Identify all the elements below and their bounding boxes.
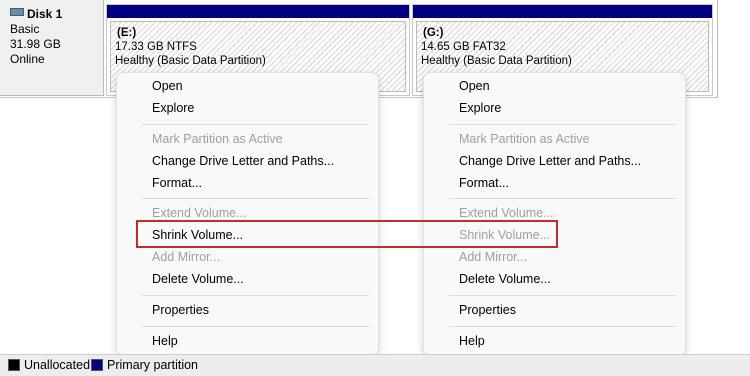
unallocated-swatch bbox=[8, 359, 20, 371]
partition-g-letter: (G:) bbox=[423, 27, 444, 39]
menu-item-add-mirror: Add Mirror... bbox=[459, 250, 528, 264]
disk-type: Basic bbox=[10, 22, 40, 36]
menu-separator bbox=[142, 198, 369, 199]
menu-item-open[interactable]: Open bbox=[459, 77, 490, 95]
menu-item-shrink-volume: Shrink Volume... bbox=[459, 228, 551, 242]
disk-info-panel[interactable]: Disk 1 Basic 31.98 GB Online bbox=[0, 0, 104, 96]
menu-separator bbox=[449, 198, 676, 199]
menu-item-change-drive-letter[interactable]: Change Drive Letter and Paths... bbox=[152, 152, 334, 170]
disk-drive-icon bbox=[10, 8, 24, 16]
partition-e-health: Healthy (Basic Data Partition) bbox=[115, 55, 266, 67]
menu-item-change-drive-letter[interactable]: Change Drive Letter and Paths... bbox=[459, 152, 641, 170]
menu-separator bbox=[142, 295, 369, 296]
legend-unallocated: Unallocated bbox=[24, 358, 91, 372]
context-menu-partition-e: Open Explore Mark Partition as Active Ch… bbox=[116, 72, 379, 356]
menu-item-explore[interactable]: Explore bbox=[152, 99, 194, 117]
menu-item-extend-volume: Extend Volume... bbox=[152, 206, 247, 220]
primary-partition-bar bbox=[107, 5, 409, 18]
partition-e-letter: (E:) bbox=[117, 27, 137, 39]
menu-item-shrink-volume[interactable]: Shrink Volume... bbox=[152, 226, 243, 244]
menu-item-delete-volume[interactable]: Delete Volume... bbox=[152, 270, 244, 288]
menu-item-help[interactable]: Help bbox=[152, 332, 178, 350]
legend-primary-partition: Primary partition bbox=[107, 358, 198, 372]
partition-g-health: Healthy (Basic Data Partition) bbox=[421, 55, 572, 67]
menu-separator bbox=[142, 124, 369, 125]
disk-status: Online bbox=[10, 52, 45, 66]
menu-item-properties[interactable]: Properties bbox=[459, 301, 516, 319]
context-menu-partition-g: Open Explore Mark Partition as Active Ch… bbox=[423, 72, 686, 356]
disk-name: Disk 1 bbox=[27, 7, 63, 21]
menu-item-properties[interactable]: Properties bbox=[152, 301, 209, 319]
menu-item-explore[interactable]: Explore bbox=[459, 99, 501, 117]
menu-item-help[interactable]: Help bbox=[459, 332, 485, 350]
primary-partition-swatch bbox=[91, 359, 103, 371]
menu-separator bbox=[449, 124, 676, 125]
menu-item-format[interactable]: Format... bbox=[459, 174, 509, 192]
menu-item-extend-volume: Extend Volume... bbox=[459, 206, 554, 220]
menu-item-open[interactable]: Open bbox=[152, 77, 183, 95]
disk-management-view: Disk 1 Basic 31.98 GB Online (E:) 17.33 … bbox=[0, 0, 750, 376]
disk-size: 31.98 GB bbox=[10, 37, 61, 51]
primary-partition-bar bbox=[413, 5, 712, 18]
legend-bar: Unallocated Primary partition bbox=[0, 354, 750, 376]
partition-g-size: 14.65 GB FAT32 bbox=[421, 41, 506, 53]
menu-separator bbox=[449, 295, 676, 296]
disk-title: Disk 1 bbox=[10, 7, 103, 21]
menu-separator bbox=[142, 326, 369, 327]
menu-item-mark-active: Mark Partition as Active bbox=[459, 132, 590, 146]
menu-separator bbox=[449, 326, 676, 327]
menu-item-format[interactable]: Format... bbox=[152, 174, 202, 192]
menu-item-delete-volume[interactable]: Delete Volume... bbox=[459, 270, 551, 288]
menu-item-add-mirror: Add Mirror... bbox=[152, 250, 221, 264]
partition-e-size: 17.33 GB NTFS bbox=[115, 41, 197, 53]
menu-item-mark-active: Mark Partition as Active bbox=[152, 132, 283, 146]
disk-row-edge bbox=[717, 0, 718, 97]
